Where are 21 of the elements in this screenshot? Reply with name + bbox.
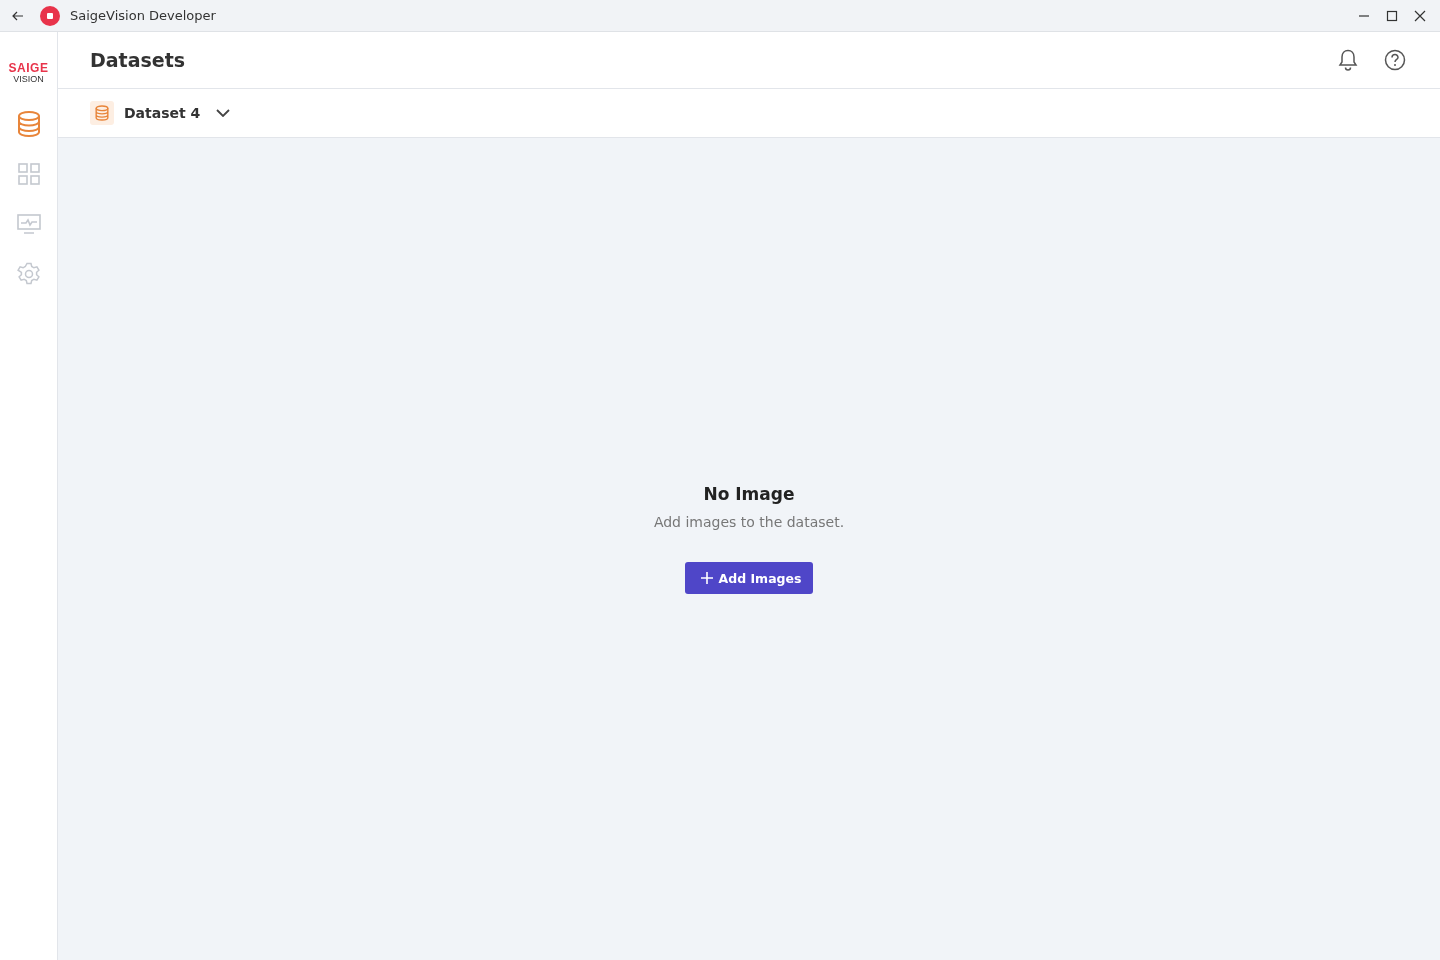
settings-icon [16, 262, 41, 286]
database-icon [90, 101, 114, 125]
window-title: SaigeVision Developer [70, 8, 216, 23]
grid-icon [17, 163, 40, 185]
app-logo-icon [40, 5, 60, 26]
bell-icon[interactable] [1338, 49, 1358, 71]
chevron-down-icon [216, 109, 231, 117]
dataset-dropdown[interactable]: Dataset 4 [90, 101, 231, 125]
logo-subtitle: VISION [13, 75, 44, 84]
maximize-icon[interactable] [1386, 9, 1398, 22]
monitor-pulse-icon [16, 214, 41, 234]
page-title: Datasets [90, 49, 186, 71]
empty-state-message: Add images to the dataset. [653, 514, 845, 530]
help-icon[interactable] [1384, 49, 1406, 71]
plus-icon [700, 572, 713, 584]
empty-state-title: No Image [703, 484, 795, 504]
logo-wordmark: SAIGE [8, 62, 49, 74]
add-images-button[interactable]: Add Images [684, 562, 814, 594]
close-icon[interactable] [1414, 9, 1426, 22]
database-icon [16, 111, 41, 137]
back-arrow-icon[interactable] [12, 10, 24, 21]
